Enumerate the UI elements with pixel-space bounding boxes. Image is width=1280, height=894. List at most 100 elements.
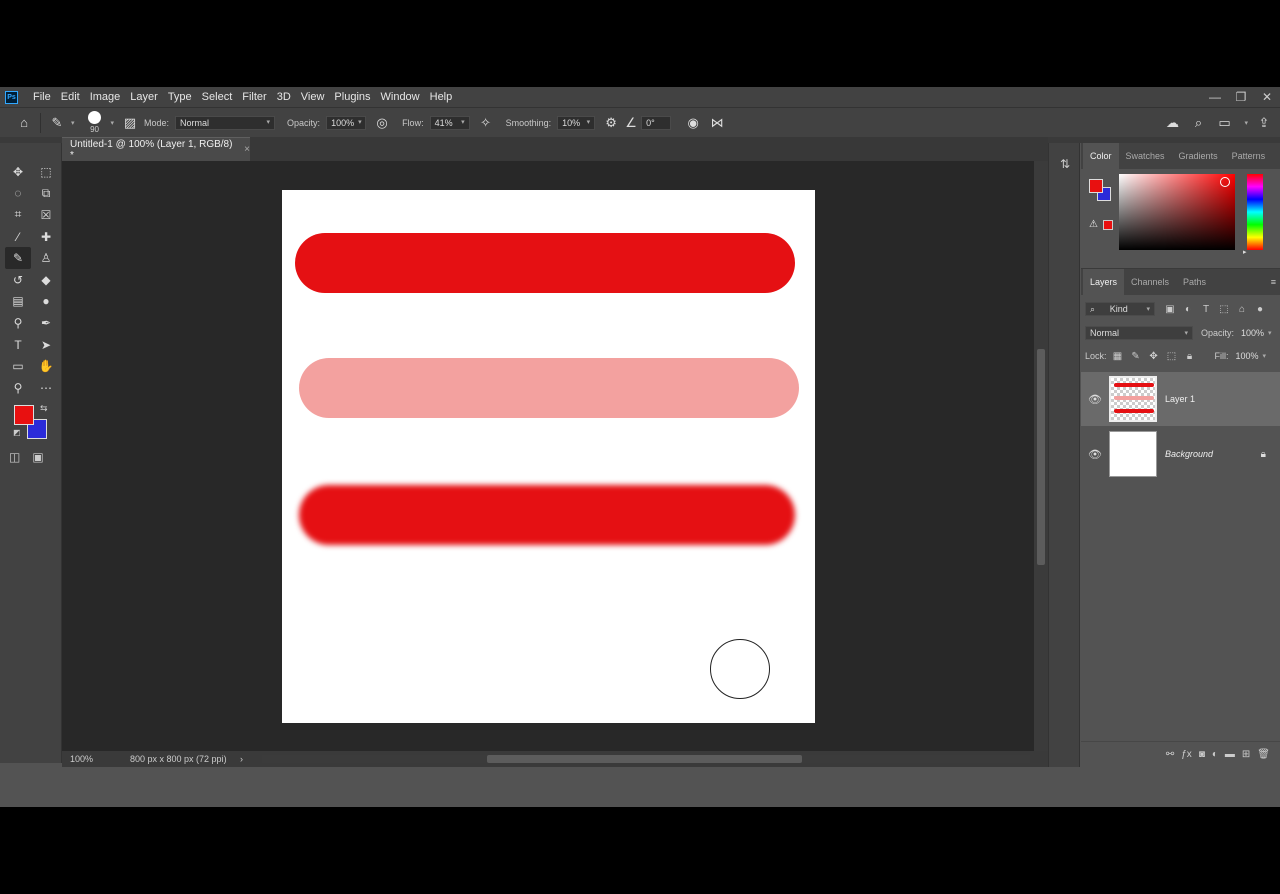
- layer-thumbnail[interactable]: [1109, 376, 1157, 422]
- tab-channels[interactable]: Channels: [1124, 269, 1176, 295]
- document-canvas[interactable]: [282, 190, 815, 723]
- menu-select[interactable]: Select: [197, 91, 238, 103]
- lock-position-icon[interactable]: ✥: [1145, 351, 1163, 362]
- flow-input[interactable]: 41% ▾: [429, 115, 470, 130]
- frame-tool-icon[interactable]: ☒: [33, 204, 59, 226]
- object-selection-tool-icon[interactable]: ⧉: [33, 183, 59, 205]
- type-tool-icon[interactable]: T: [5, 334, 31, 356]
- marquee-tool-icon[interactable]: ⬚: [33, 161, 59, 183]
- brush-preset-picker[interactable]: 90: [83, 110, 107, 136]
- fill-input[interactable]: 100% ▾: [1232, 349, 1270, 363]
- menu-view[interactable]: View: [296, 91, 330, 103]
- symmetry-butterfly-icon[interactable]: ⋈: [707, 113, 727, 133]
- smoothing-input[interactable]: 10% ▾: [557, 115, 596, 130]
- lock-all-icon[interactable]: 🔒︎: [1181, 351, 1199, 362]
- close-tab-icon[interactable]: ×: [244, 144, 250, 155]
- lock-image-pixels-icon[interactable]: ✎: [1127, 351, 1145, 362]
- blur-tool-icon[interactable]: ●: [33, 291, 59, 313]
- close-window-icon[interactable]: ✕: [1254, 90, 1280, 104]
- crop-tool-icon[interactable]: ⌗: [5, 204, 31, 226]
- add-mask-icon[interactable]: ◙: [1199, 749, 1205, 760]
- document-tab[interactable]: Untitled-1 @ 100% (Layer 1, RGB/8) * ×: [62, 137, 250, 161]
- menu-file[interactable]: File: [28, 91, 56, 103]
- visibility-eye-icon[interactable]: 👁︎: [1081, 393, 1109, 406]
- tab-paths[interactable]: Paths: [1176, 269, 1213, 295]
- kind-filter-select[interactable]: ⌕ Kind ▾: [1085, 302, 1155, 316]
- status-menu-chevron-icon[interactable]: ›: [240, 754, 243, 764]
- more-tools-icon[interactable]: ⋯: [33, 377, 59, 399]
- menu-window[interactable]: Window: [376, 91, 425, 103]
- horizontal-scrollbar[interactable]: [262, 755, 1030, 763]
- tab-gradients[interactable]: Gradients: [1172, 143, 1225, 169]
- brush-tool-icon[interactable]: ✎: [5, 247, 31, 269]
- pixel-filter-icon[interactable]: ▣: [1161, 304, 1179, 315]
- quick-mask-icon[interactable]: ◫: [9, 450, 20, 464]
- lock-transparent-pixels-icon[interactable]: ▦: [1109, 351, 1127, 362]
- tab-layers[interactable]: Layers: [1083, 269, 1125, 295]
- history-brush-tool-icon[interactable]: ↺: [5, 269, 31, 291]
- zoom-tool-icon[interactable]: ⚲: [5, 377, 31, 399]
- lasso-tool-icon[interactable]: ◌: [5, 183, 31, 205]
- opacity-input[interactable]: 100% ▾: [326, 115, 367, 130]
- menu-3d[interactable]: 3D: [272, 91, 296, 103]
- eyedropper-tool-icon[interactable]: ⁄: [5, 226, 31, 248]
- menu-help[interactable]: Help: [425, 91, 458, 103]
- layer-name[interactable]: Layer 1: [1165, 394, 1195, 404]
- tab-swatches[interactable]: Swatches: [1119, 143, 1172, 169]
- tab-patterns[interactable]: Patterns: [1225, 143, 1273, 169]
- layer-lock-icon[interactable]: 🔒︎: [1261, 449, 1266, 460]
- menu-filter[interactable]: Filter: [237, 91, 271, 103]
- brush-settings-icon[interactable]: ▨: [120, 113, 140, 133]
- new-layer-icon[interactable]: ⊞: [1242, 749, 1250, 760]
- chevron-down-icon[interactable]: ▾: [71, 119, 75, 127]
- layer-row[interactable]: 👁︎ Layer 1: [1081, 372, 1280, 426]
- healing-brush-tool-icon[interactable]: ✚: [33, 226, 59, 248]
- adjustment-layer-icon[interactable]: ◐: [1212, 749, 1218, 760]
- layer-row[interactable]: 👁︎ Background 🔒︎: [1081, 427, 1280, 481]
- chevron-down-icon[interactable]: ▾: [111, 119, 115, 127]
- minimize-icon[interactable]: —: [1202, 90, 1228, 104]
- home-icon[interactable]: ⌂: [14, 113, 34, 133]
- menu-edit[interactable]: Edit: [56, 91, 85, 103]
- link-layers-icon[interactable]: ⚯: [1166, 749, 1174, 760]
- pen-tool-icon[interactable]: ✒: [33, 312, 59, 334]
- airbrush-icon[interactable]: ✧: [476, 113, 496, 133]
- workspace-icon[interactable]: ▭: [1214, 113, 1234, 133]
- pressure-opacity-icon[interactable]: ◎: [372, 113, 392, 133]
- angle-input[interactable]: 0°: [641, 115, 672, 130]
- filter-toggle-icon[interactable]: ●: [1251, 304, 1269, 315]
- panel-menu-icon[interactable]: ≡: [1271, 277, 1276, 287]
- properties-panel-icon[interactable]: ⇅: [1055, 157, 1075, 177]
- horizontal-scroll-thumb[interactable]: [487, 755, 802, 763]
- blend-mode-select[interactable]: Normal ▾: [1085, 326, 1193, 340]
- canvas-workspace[interactable]: [62, 161, 1034, 751]
- clone-stamp-tool-icon[interactable]: ♙: [33, 247, 59, 269]
- hue-slider[interactable]: [1247, 174, 1263, 250]
- rectangle-tool-icon[interactable]: ▭: [5, 355, 31, 377]
- dodge-tool-icon[interactable]: ⚲: [5, 312, 31, 334]
- brush-tool-preset-icon[interactable]: ✎: [47, 113, 67, 133]
- layer-opacity-input[interactable]: 100% ▾: [1237, 326, 1275, 340]
- share-icon[interactable]: ⇪: [1254, 113, 1274, 133]
- foreground-color-swatch[interactable]: [14, 405, 34, 425]
- search-icon[interactable]: ⌕: [1188, 113, 1208, 133]
- menu-layer[interactable]: Layer: [125, 91, 163, 103]
- pressure-size-icon[interactable]: ◉: [683, 113, 703, 133]
- layer-thumbnail[interactable]: [1109, 431, 1157, 477]
- adjustment-filter-icon[interactable]: ◐: [1179, 304, 1197, 315]
- hand-tool-icon[interactable]: ✋: [33, 355, 59, 377]
- zoom-level[interactable]: 100%: [62, 754, 120, 764]
- delete-layer-trash-icon[interactable]: 🗑︎: [1257, 749, 1270, 760]
- smoothing-options-gear-icon[interactable]: ⚙: [601, 113, 621, 133]
- foreground-color-chip[interactable]: [1089, 179, 1103, 193]
- default-colors-icon[interactable]: ◩: [13, 428, 21, 437]
- type-filter-icon[interactable]: T: [1197, 304, 1215, 315]
- smart-object-filter-icon[interactable]: ⌂: [1233, 304, 1251, 315]
- visibility-eye-icon[interactable]: 👁︎: [1081, 448, 1109, 461]
- screen-mode-icon[interactable]: ▣: [32, 450, 43, 464]
- menu-plugins[interactable]: Plugins: [329, 91, 375, 103]
- path-selection-tool-icon[interactable]: ➤: [33, 334, 59, 356]
- lock-artboard-icon[interactable]: ⬚: [1163, 351, 1181, 362]
- mode-select[interactable]: Normal ▾: [175, 115, 276, 130]
- layer-style-fx-icon[interactable]: ƒx: [1181, 749, 1192, 760]
